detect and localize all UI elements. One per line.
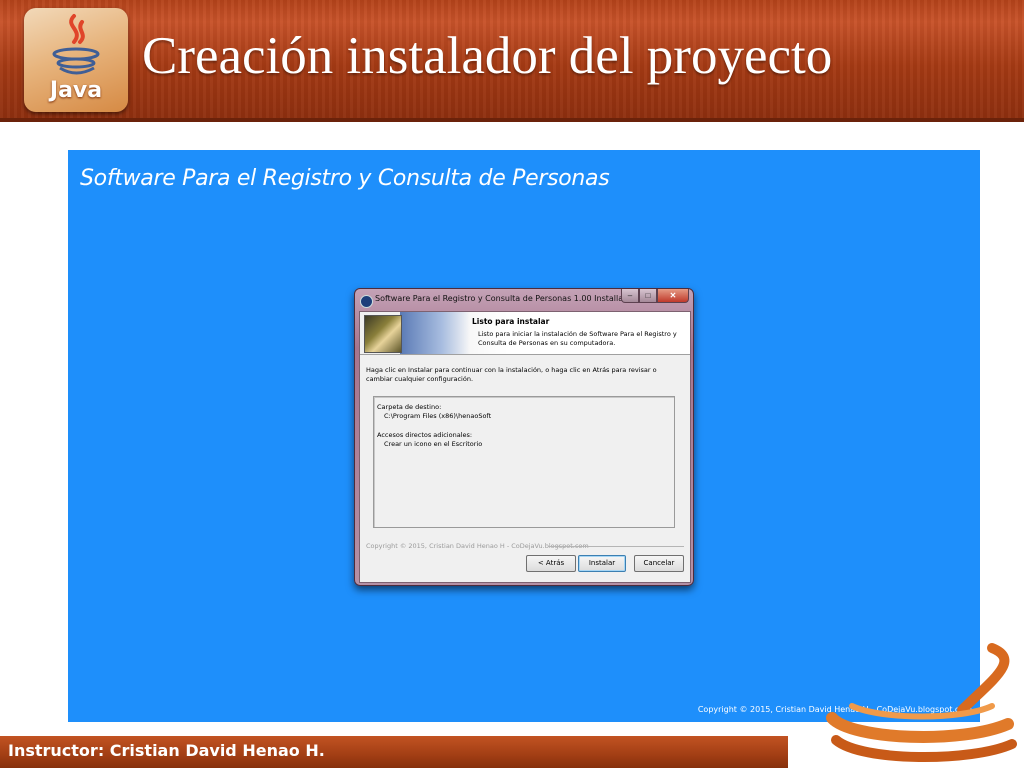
destination-value: C:\Program Files (x86)\henaoSoft — [384, 412, 492, 420]
java-logo: Java — [24, 8, 128, 112]
coffee-swirl-decoration — [812, 640, 1024, 773]
minimize-button[interactable]: – — [621, 289, 639, 303]
wizard-page-description: Listo para iniciar la instalación de Sof… — [478, 330, 677, 347]
install-dialog: Software Para el Registro y Consulta de … — [354, 288, 694, 586]
installer-heading: Software Para el Registro y Consulta de … — [80, 166, 610, 191]
installer-screen: Software Para el Registro y Consulta de … — [68, 150, 980, 722]
slide-title: Creación instalador del proyecto — [142, 27, 833, 85]
wizard-header: Listo para instalar Listo para iniciar l… — [360, 312, 690, 355]
install-button[interactable]: Instalar — [578, 555, 626, 572]
java-logo-text: Java — [49, 78, 103, 103]
cancel-button[interactable]: Cancelar — [634, 555, 684, 572]
back-button[interactable]: < Atrás — [526, 555, 576, 572]
shortcuts-label: Accesos directos adicionales: — [377, 431, 473, 439]
shortcuts-value: Crear un icono en el Escritorio — [384, 440, 483, 448]
window-controls: – □ ✕ — [621, 289, 689, 303]
destination-label: Carpeta de destino: — [377, 403, 442, 411]
wizard-image — [364, 315, 402, 353]
close-button[interactable]: ✕ — [657, 289, 689, 303]
instructor-credit: Instructor: Cristian David Henao H. — [8, 741, 325, 760]
dialog-body: Listo para instalar Listo para iniciar l… — [359, 311, 691, 583]
wizard-instructions: Haga clic en Instalar para continuar con… — [366, 366, 657, 383]
header-divider — [0, 118, 1024, 122]
app-icon — [360, 295, 373, 308]
wizard-page-title: Listo para instalar — [472, 317, 550, 326]
settings-summary[interactable]: Carpeta de destino: C:\Program Files (x8… — [373, 396, 675, 528]
header-gradient — [400, 312, 470, 354]
dialog-separator — [548, 546, 684, 547]
dialog-title: Software Para el Registro y Consulta de … — [375, 294, 639, 303]
maximize-button[interactable]: □ — [639, 289, 657, 303]
